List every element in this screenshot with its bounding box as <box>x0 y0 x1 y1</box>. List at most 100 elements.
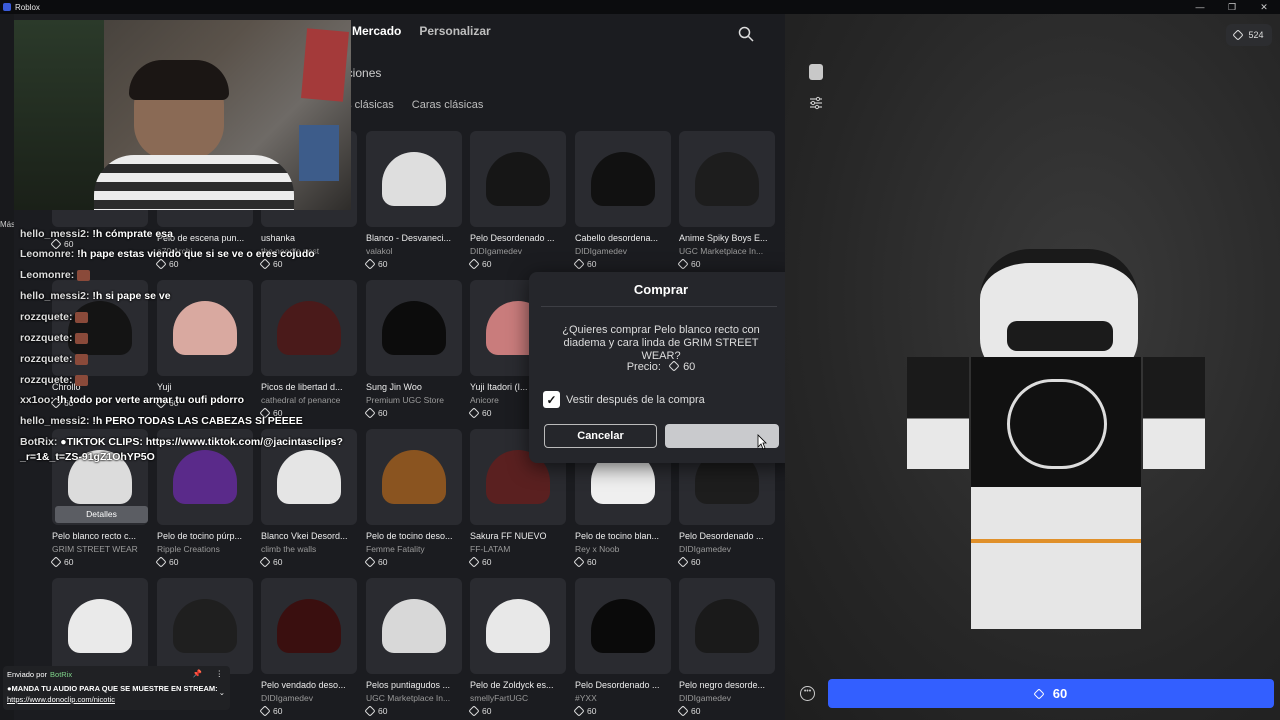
item-thumbnail[interactable] <box>261 280 357 376</box>
item-thumbnail[interactable] <box>157 280 253 376</box>
buy-price-button[interactable]: 60 <box>828 679 1274 708</box>
chat-message: rozzquete: <box>20 374 89 386</box>
item-price: 60 <box>468 556 566 568</box>
tab-classic-faces[interactable]: Caras clásicas <box>412 99 484 111</box>
close-icon[interactable]: ✕ <box>1248 0 1280 14</box>
item-thumbnail[interactable] <box>679 131 775 227</box>
item-thumbnail[interactable] <box>261 578 357 674</box>
robux-balance[interactable]: 524 <box>1226 24 1272 46</box>
chat-username[interactable]: BotRix: <box>20 436 60 448</box>
item-thumbnail[interactable] <box>366 429 462 525</box>
chat-username[interactable]: hello_messi2: <box>20 228 92 240</box>
item-thumbnail[interactable] <box>366 578 462 674</box>
item-tile[interactable]: Pelo de Zoldyck es... smellyFartUGC 60 <box>468 578 566 717</box>
robux-icon <box>468 258 480 270</box>
item-name: Anime Spiky Boys E... <box>679 233 768 243</box>
item-tile[interactable]: Pelo Desordenado ... DIDIgamedev 60 <box>468 131 566 270</box>
item-creator: DIDIgamedev <box>470 246 522 256</box>
chat-username[interactable]: hello_messi2: <box>20 415 92 427</box>
emote-icon <box>75 311 89 323</box>
robux-icon <box>1033 687 1045 700</box>
cancel-button[interactable]: Cancelar <box>544 424 657 448</box>
pin-icon[interactable]: 📌 <box>193 669 202 678</box>
item-tile[interactable]: Pelos puntiagudos ... UGC Marketplace In.… <box>364 578 462 717</box>
details-button[interactable]: Detalles <box>55 506 148 523</box>
tab-customize[interactable]: Personalizar <box>419 24 490 38</box>
item-tile[interactable]: Picos de libertad d... cathedral of penan… <box>259 280 357 419</box>
adjust-settings-icon[interactable] <box>809 96 823 110</box>
item-tile[interactable]: Pelo Desordenado ... #YXX 60 <box>573 578 671 717</box>
item-thumbnail[interactable] <box>157 578 253 674</box>
item-tile[interactable]: Yuji 60 <box>155 280 253 409</box>
avatar-figure[interactable] <box>907 249 1205 629</box>
chat-message: hello_messi2: !h PERO TODAS LAS CABEZAS … <box>20 415 303 427</box>
sidebar-more-label[interactable]: Más <box>0 220 15 229</box>
avatar-thumbnail-icon[interactable] <box>809 64 823 80</box>
item-price: 60 <box>50 556 148 568</box>
item-thumbnail[interactable] <box>470 578 566 674</box>
item-tile[interactable]: Cabello desordena... DIDIgamedev 60 <box>573 131 671 270</box>
chat-username[interactable]: rozzquete: <box>20 311 75 323</box>
tab-marketplace[interactable]: Mercado <box>352 24 401 38</box>
item-thumbnail[interactable] <box>575 578 671 674</box>
item-name: Pelo Desordenado ... <box>470 233 555 243</box>
item-name: Pelo de tocino deso... <box>366 531 453 541</box>
purchase-dialog: Comprar ¿Quieres comprar Pelo blanco rec… <box>529 272 793 463</box>
restore-icon[interactable]: ❐ <box>1216 0 1248 14</box>
item-thumbnail[interactable] <box>679 578 775 674</box>
hair-accessory-image <box>382 599 446 653</box>
item-price: 60 <box>364 705 462 717</box>
robux-icon <box>677 705 689 717</box>
chat-username[interactable]: Leomonre: <box>20 248 77 260</box>
checkmark-icon[interactable]: ✓ <box>543 391 560 408</box>
item-price: 60 <box>468 705 566 717</box>
item-thumbnail[interactable] <box>366 131 462 227</box>
wear-after-purchase-checkbox[interactable]: ✓ Vestir después de la compra <box>543 391 705 408</box>
chat-username[interactable]: xx1oo: <box>20 394 57 406</box>
emote-icon <box>75 332 89 344</box>
chat-text: !h cómprate esa <box>92 228 173 240</box>
chat-message: xx1oo: !h todo por verte armar tu oufi p… <box>20 394 244 406</box>
item-thumbnail[interactable] <box>470 131 566 227</box>
more-options-icon[interactable]: ••• <box>800 686 815 701</box>
item-tile[interactable]: Pelo blanco recto c... GRIM STREET WEAR 60 <box>50 429 148 568</box>
chat-username[interactable]: Leomonre: <box>20 269 77 281</box>
item-tile[interactable]: Pelo de tocino púrp... Ripple Creations 60 <box>155 429 253 568</box>
hair-accessory-image <box>277 301 341 355</box>
item-tile[interactable]: Blanco Vkei Desord... climb the walls 60 <box>259 429 357 568</box>
item-thumbnail[interactable] <box>575 131 671 227</box>
search-icon[interactable] <box>738 26 754 42</box>
chat-username[interactable]: rozzquete: <box>20 353 75 365</box>
chat-username[interactable]: hello_messi2: <box>20 290 92 302</box>
item-name: Pelo Desordenado ... <box>679 531 764 541</box>
item-price-value: 60 <box>169 259 179 269</box>
chevron-down-icon[interactable]: ⌄ <box>219 688 225 697</box>
item-thumbnail[interactable] <box>366 280 462 376</box>
item-name: Picos de libertad d... <box>261 382 343 392</box>
item-price-value: 60 <box>587 259 597 269</box>
item-tile[interactable]: Pelo vendado deso... DIDIgamedev 60 <box>259 578 357 717</box>
item-price-value: 60 <box>378 557 388 567</box>
bot-message-panel: Enviado por BotRix 📌 ⋮ ●MANDA TU AUDIO P… <box>3 666 230 710</box>
minimize-icon[interactable]: — <box>1184 0 1216 14</box>
chat-username[interactable]: rozzquete: <box>20 332 75 344</box>
item-price-value: 60 <box>691 259 701 269</box>
window-titlebar: Roblox — ❐ ✕ <box>0 0 1280 14</box>
bot-message-link[interactable]: https://www.donoclip.com/nicotic <box>7 695 115 704</box>
item-tile[interactable]: Pelo de tocino deso... Femme Fatality 60 <box>364 429 462 568</box>
item-tile[interactable]: Pelo negro desorde... DIDIgamedev 60 <box>677 578 775 717</box>
item-tile[interactable]: Sung Jin Woo Premium UGC Store 60 <box>364 280 462 419</box>
dialog-message: ¿Quieres comprar Pelo blanco recto con d… <box>562 324 760 362</box>
item-tile[interactable]: Anime Spiky Boys E... UGC Marketplace In.… <box>677 131 775 270</box>
item-creator: #YXX <box>575 693 597 703</box>
item-price: 60 <box>573 556 671 568</box>
item-creator: climb the walls <box>261 544 317 554</box>
chat-username[interactable]: rozzquete: <box>20 374 75 386</box>
more-options-icon[interactable]: ⋮ <box>216 669 224 678</box>
wear-after-label: Vestir después de la compra <box>566 393 705 406</box>
hair-accessory-image <box>382 450 446 504</box>
item-thumbnail[interactable] <box>52 578 148 674</box>
chat-message: BotRix: ●TIKTOK CLIPS: https://www.tikto… <box>20 436 343 448</box>
item-tile[interactable]: Blanco - Desvaneci... valakol 60 <box>364 131 462 270</box>
buy-price-value: 60 <box>1052 686 1068 701</box>
